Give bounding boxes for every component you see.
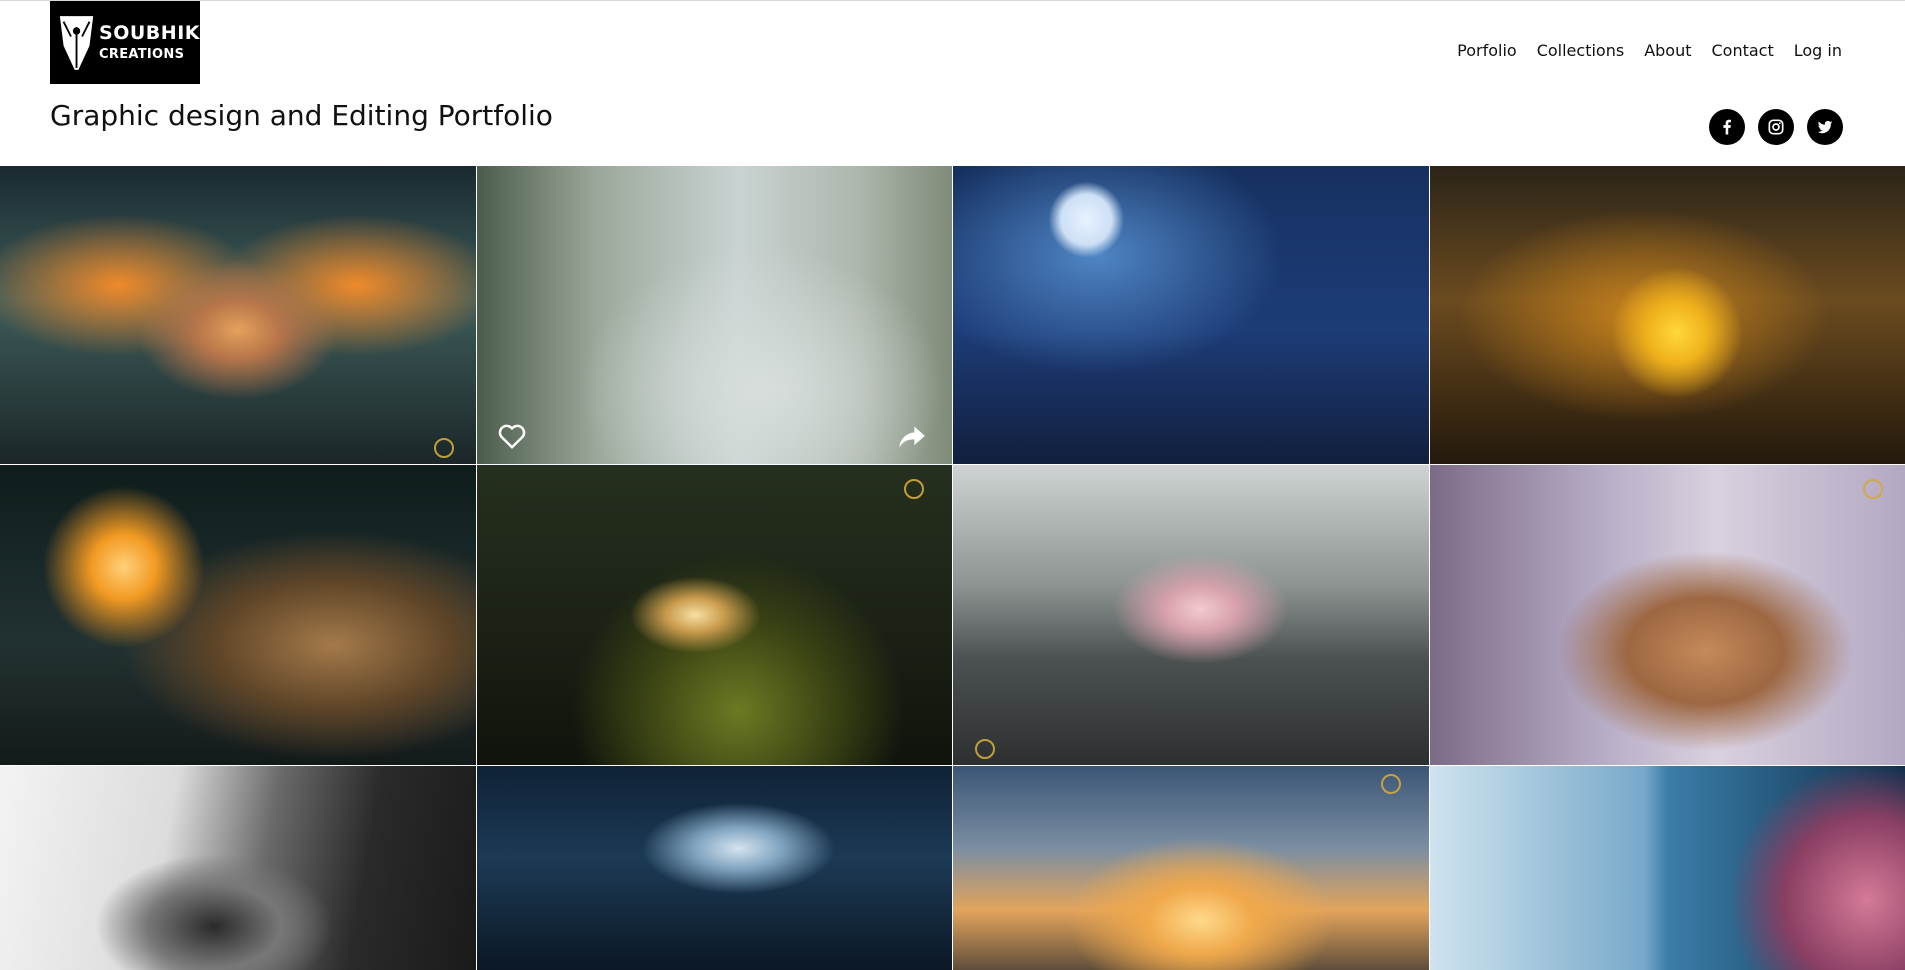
site-logo[interactable]: SOUBHIK CREATIONS [50,1,200,84]
page-title: Graphic design and Editing Portfolio [50,99,553,132]
gallery-item-inverted-city[interactable] [1429,166,1905,464]
share-icon[interactable] [898,424,926,450]
nav-item-portfolio[interactable]: Porfolio [1457,41,1517,60]
top-border [0,0,1905,1]
artwork-image [0,166,476,464]
gallery-item-rooftop-moon[interactable] [953,166,1429,464]
pen-nib-logo-icon [59,15,94,70]
twitter-icon[interactable] [1807,109,1843,145]
gallery-item-floating-prism[interactable] [953,465,1429,765]
instagram-icon[interactable] [1758,109,1794,145]
gallery-item-skyline-planet[interactable] [1429,766,1905,970]
social-links [1709,109,1843,145]
watermark-icon [433,438,454,458]
gallery-item-sunset-moon-boat[interactable] [953,766,1429,970]
gallery-item-eye-closeup[interactable] [0,766,476,970]
main-nav: Porfolio Collections About Contact Log i… [1457,41,1842,60]
portfolio-gallery [0,166,1905,970]
watermark-icon [975,739,995,759]
nav-item-collections[interactable]: Collections [1537,41,1624,60]
like-heart-icon[interactable] [497,422,527,450]
nav-item-about[interactable]: About [1644,41,1691,60]
gallery-item-lake-lanterns[interactable] [476,766,952,970]
gallery-item-moon-boat-valley[interactable] [476,166,952,464]
gallery-item-glowing-mushroom[interactable] [476,465,952,765]
artwork-image [0,766,476,970]
artwork-image [953,166,1429,464]
artwork-image [476,766,952,970]
artwork-image [1429,465,1905,765]
artwork-image [953,465,1429,765]
artwork-image [953,766,1429,970]
logo-line-1: SOUBHIK [99,22,200,44]
gallery-item-winged-woman[interactable] [0,166,476,464]
gallery-item-cat-butterfly[interactable] [0,465,476,765]
facebook-icon[interactable] [1709,109,1745,145]
watermark-icon [1863,479,1883,499]
gallery-item-giant-deer[interactable] [1429,465,1905,765]
artwork-image [476,465,952,765]
nav-item-contact[interactable]: Contact [1712,41,1774,60]
artwork-image [1429,166,1905,464]
artwork-image [1429,766,1905,970]
nav-item-login[interactable]: Log in [1794,41,1842,60]
watermark-icon [904,479,924,499]
logo-line-2: CREATIONS [99,47,185,62]
watermark-icon [1380,774,1401,794]
artwork-image [0,465,476,765]
artwork-image [476,166,952,464]
